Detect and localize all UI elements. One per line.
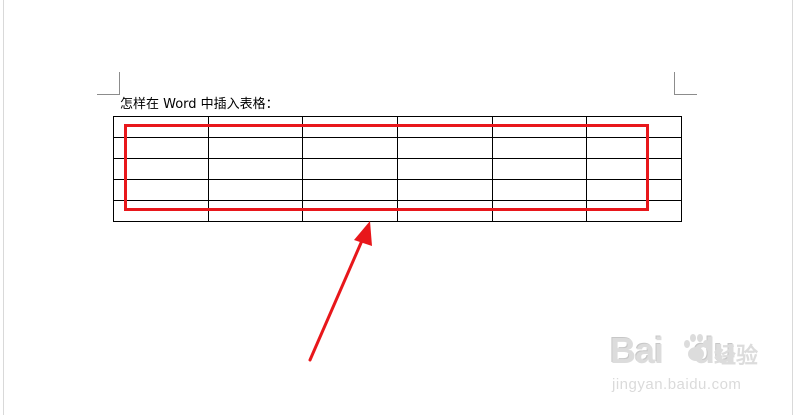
watermark-product: 经验 bbox=[714, 344, 759, 369]
baidu-jingyan-watermark: Bai du 经验 jingyan.baidu.com bbox=[610, 330, 760, 400]
paw-icon bbox=[684, 334, 709, 361]
watermark-url: jingyan.baidu.com bbox=[612, 376, 742, 393]
